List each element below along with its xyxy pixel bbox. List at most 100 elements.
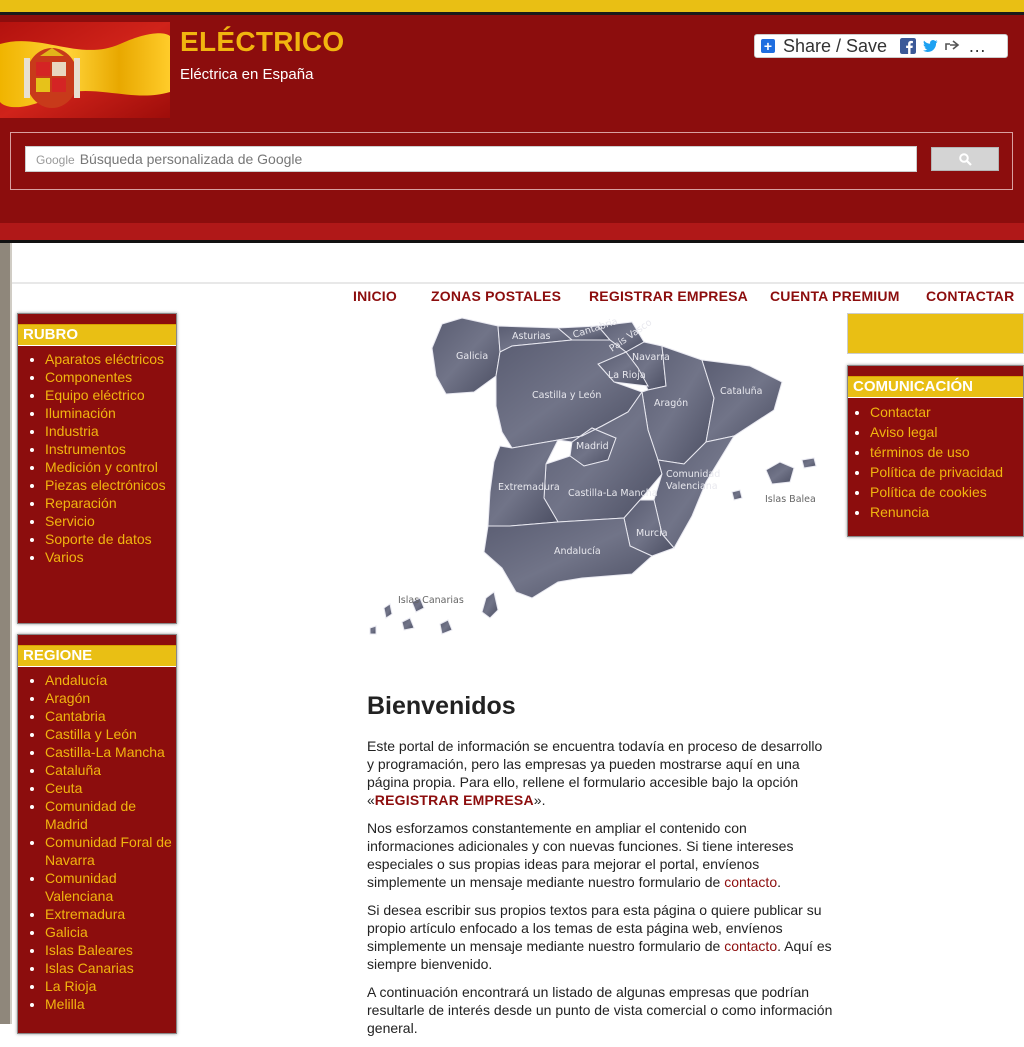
regione-item[interactable]: Castilla-La Mancha [45,743,176,761]
site-header: ELÉCTRICO Eléctrica en España + Share / … [0,15,1024,223]
regione-item[interactable]: Aragón [45,689,176,707]
comunicacion-list: Contactar Aviso legal términos de uso Po… [848,398,1023,522]
rubro-item[interactable]: Piezas electrónicos [45,476,176,494]
left-gutter [0,243,10,1024]
map-label-murcia: Murcia [636,528,668,539]
comunicacion-item[interactable]: términos de uso [870,442,1023,462]
premium-banner [847,313,1024,354]
map-label-castilla-leon: Castilla y León [532,390,601,401]
map-label-cataluna: Cataluña [720,386,763,397]
nav-zonas-postales[interactable]: ZONAS POSTALES [431,288,561,304]
search-input[interactable]: Google Búsqueda personalizada de Google [25,146,917,172]
registrar-empresa-link[interactable]: REGISTRAR EMPRESA [375,792,534,808]
regione-item[interactable]: La Rioja [45,977,176,995]
map-label-asturias: Asturias [512,331,551,342]
site-title[interactable]: ELÉCTRICO [180,26,344,58]
map-label-extremadura: Extremadura [498,482,560,493]
paragraph-4: A continuación encontrará un listado de … [367,984,833,1036]
nav-contactar[interactable]: CONTACTAR [926,288,1014,304]
regione-item[interactable]: Comunidad Valenciana [45,869,176,905]
regione-item[interactable]: Comunidad Foral de Navarra [45,833,176,869]
comunicacion-item[interactable]: Política de privacidad [870,462,1023,482]
nav-cuenta-premium[interactable]: CUENTA PREMIUM [770,288,900,304]
rubro-item[interactable]: Soporte de datos [45,530,176,548]
map-label-la-rioja: La Rioja [608,370,646,381]
regione-item[interactable]: Extremadura [45,905,176,923]
twitter-icon[interactable] [922,38,938,54]
search-button[interactable] [931,147,999,171]
spain-flag-image [0,22,170,118]
spain-regions-map[interactable]: Galicia Asturias Cantabria País Vasco Na… [362,312,822,642]
regione-item[interactable]: Islas Baleares [45,941,176,959]
regione-list: Andalucía Aragón Cantabria Castilla y Le… [18,667,176,1013]
map-label-castilla-mancha: Castilla-La Mancha [568,488,658,499]
map-label-andalucia: Andalucía [554,546,601,557]
comunicacion-item[interactable]: Aviso legal [870,422,1023,442]
regione-title: REGIONE [18,645,176,667]
regione-item[interactable]: Islas Canarias [45,959,176,977]
comunicacion-title: COMUNICACIÓN [848,376,1023,398]
share-label: Share / Save [783,35,888,56]
map-label-madrid: Madrid [576,441,609,452]
region-canarias[interactable] [481,591,499,619]
comunicacion-item[interactable]: Renuncia [870,502,1023,522]
flag-logo[interactable] [0,22,170,118]
regione-item[interactable]: Comunidad de Madrid [45,797,176,833]
rubro-item[interactable]: Medición y control [45,458,176,476]
main-nav: INICIO ZONAS POSTALES REGISTRAR EMPRESA … [0,288,1024,304]
region-andalucia[interactable] [483,517,653,599]
share-more[interactable]: … [968,36,986,57]
map-label-comunidad: Comunidad [666,469,720,480]
share-save-button[interactable]: + Share / Save … [754,34,1008,58]
map-label-islas-baleares: Islas Balea [765,494,816,505]
region-baleares[interactable] [765,461,795,485]
main-content: Bienvenidos Este portal de información s… [367,692,833,1047]
paragraph-3: Si desea escribir sus propios textos par… [367,902,832,972]
nav-top-line [12,282,1024,284]
contacto-link[interactable]: contacto [724,874,777,890]
header-divider [0,240,1024,243]
regione-item[interactable]: Cataluña [45,761,176,779]
share-arrow-icon[interactable] [944,38,960,54]
rubro-box: RUBRO Aparatos eléctricos Componentes Eq… [17,313,177,624]
search-placeholder: Búsqueda personalizada de Google [79,151,303,167]
gutter-line [10,243,12,1024]
rubro-item[interactable]: Varios [45,548,176,566]
comunicacion-item[interactable]: Contactar [870,402,1023,422]
regione-item[interactable]: Galicia [45,923,176,941]
rubro-item[interactable]: Iluminación [45,404,176,422]
region-cataluna[interactable] [701,359,783,443]
comunicacion-box: COMUNICACIÓN Contactar Aviso legal térmi… [847,365,1024,537]
page-title: Bienvenidos [367,692,516,720]
rubro-item[interactable]: Aparatos eléctricos [45,350,176,368]
regione-item[interactable]: Melilla [45,995,176,1013]
search-container: Google Búsqueda personalizada de Google [10,132,1013,190]
rubro-item[interactable]: Industria [45,422,176,440]
paragraph-2: Nos esforzamos constantemente en ampliar… [367,820,794,890]
rubro-item[interactable]: Equipo eléctrico [45,386,176,404]
regione-item[interactable]: Cantabria [45,707,176,725]
rubro-item[interactable]: Reparación [45,494,176,512]
plus-icon: + [761,39,775,53]
regione-item[interactable]: Andalucía [45,671,176,689]
rubro-item[interactable]: Servicio [45,512,176,530]
map-label-islas-canarias: Islas Canarias [398,595,464,606]
map-label-navarra: Navarra [632,352,670,363]
comunicacion-item[interactable]: Política de cookies [870,482,1023,502]
nav-inicio[interactable]: INICIO [353,288,397,304]
rubro-title: RUBRO [18,324,176,346]
rubro-item[interactable]: Instrumentos [45,440,176,458]
facebook-icon[interactable] [900,38,917,54]
regione-item[interactable]: Castilla y León [45,725,176,743]
contacto-link[interactable]: contacto [724,938,777,954]
search-brand: Google [36,153,75,167]
header-bottom-band [0,223,1024,241]
site-subtitle: Eléctrica en España [180,66,314,83]
map-label-valenciana: Valenciana [666,481,718,492]
map-label-galicia: Galicia [456,351,488,362]
regione-item[interactable]: Ceuta [45,779,176,797]
search-icon [958,152,972,166]
nav-registrar-empresa[interactable]: REGISTRAR EMPRESA [589,288,748,304]
regione-box: REGIONE Andalucía Aragón Cantabria Casti… [17,634,177,1034]
rubro-item[interactable]: Componentes [45,368,176,386]
